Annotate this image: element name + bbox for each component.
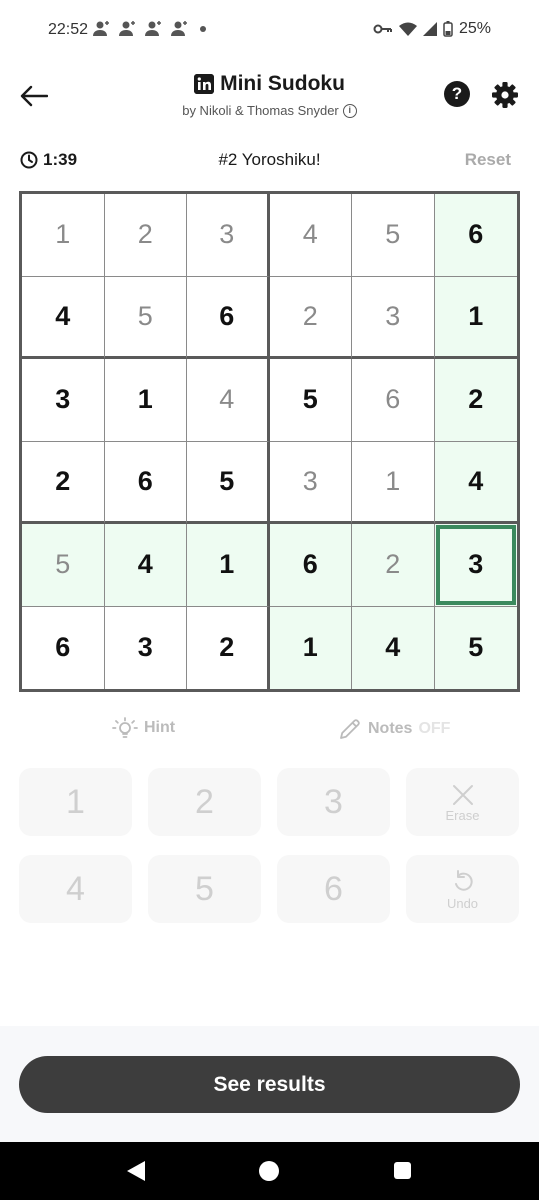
system-nav-bar [0, 1142, 539, 1200]
page-subtitle-text: by Nikoli & Thomas Snyder [182, 103, 339, 118]
board-cell-r1c1[interactable]: 1 [22, 194, 105, 277]
keypad-digit-1[interactable]: 1 [19, 768, 132, 836]
board-cell-r6c2[interactable]: 3 [105, 606, 187, 689]
status-notification-icons [92, 20, 206, 38]
board-cell-r2c1[interactable]: 4 [22, 276, 105, 359]
person-icon [145, 21, 161, 36]
board-cell-r1c2[interactable]: 2 [104, 194, 187, 277]
pencil-icon [340, 719, 360, 739]
dot-icon [200, 26, 206, 32]
board-cell-r3c3[interactable]: 4 [187, 359, 270, 442]
keypad-digit-6[interactable]: 6 [277, 855, 390, 923]
page-subtitle: by Nikoli & Thomas Snyder i [182, 103, 357, 118]
board-cell-r4c2[interactable]: 6 [104, 441, 187, 524]
person-icon [119, 21, 135, 36]
board-cell-r6c6[interactable]: 5 [434, 606, 517, 689]
hint-button[interactable]: Hint [112, 717, 175, 739]
keypad-digit-2[interactable]: 2 [148, 768, 261, 836]
hint-label: Hint [144, 719, 176, 736]
undo-button[interactable]: Undo [406, 855, 519, 923]
notes-label: Notes [368, 720, 413, 737]
board-cell-r5c5[interactable]: 2 [352, 524, 435, 607]
board-cell-r4c1[interactable]: 2 [22, 441, 105, 524]
board-cell-r5c4[interactable]: 6 [269, 524, 352, 607]
status-time: 22:52 [48, 21, 89, 38]
board-cell-r3c5[interactable]: 6 [352, 359, 435, 442]
see-results-button[interactable]: See results [19, 1056, 520, 1113]
board-cell-r3c4[interactable]: 5 [269, 359, 352, 442]
board-cell-r6c1[interactable]: 6 [22, 606, 105, 689]
sudoku-board: 123456456231314562265314541623632145 [19, 191, 520, 692]
board-cell-r1c6[interactable]: 6 [434, 194, 517, 277]
info-icon[interactable]: i [342, 103, 357, 118]
reset-button[interactable]: Reset [465, 150, 511, 170]
undo-label: Undo [446, 895, 479, 911]
close-icon [452, 784, 473, 805]
keypad-digit-4[interactable]: 4 [19, 855, 132, 923]
board-cell-r5c6[interactable]: 3 [434, 524, 517, 607]
keypad-digit-3[interactable]: 3 [277, 768, 390, 836]
notes-toggle-button[interactable]: Notes OFF [338, 717, 450, 741]
board-cell-r3c2[interactable]: 1 [104, 359, 187, 442]
board-cell-r1c4[interactable]: 4 [269, 194, 352, 277]
board-cell-r6c4[interactable]: 1 [269, 606, 352, 689]
board-cell-r2c2[interactable]: 5 [104, 276, 187, 359]
board-cell-r5c2[interactable]: 4 [104, 524, 187, 607]
page-title: Mini Sudoku [194, 72, 345, 96]
board-cell-r4c4[interactable]: 3 [269, 441, 352, 524]
board-cell-r1c3[interactable]: 3 [187, 194, 270, 277]
board-cell-r4c5[interactable]: 1 [352, 441, 435, 524]
person-icon [171, 21, 187, 36]
board-cell-r2c5[interactable]: 3 [352, 276, 435, 359]
erase-button[interactable]: Erase [406, 768, 519, 836]
erase-label: Erase [445, 807, 480, 823]
puzzle-name: #2 Yoroshiku! [218, 150, 321, 169]
board-cell-r1c5[interactable]: 5 [352, 194, 435, 277]
help-button[interactable]: ? [444, 81, 470, 107]
wifi-icon [398, 22, 417, 36]
board-cell-r6c5[interactable]: 4 [352, 606, 435, 689]
board-cell-r5c1[interactable]: 5 [22, 524, 105, 607]
lightbulb-icon [112, 717, 138, 738]
board-cell-r6c3[interactable]: 2 [187, 606, 270, 689]
battery-icon [443, 21, 453, 37]
keypad-digit-5[interactable]: 5 [148, 855, 261, 923]
linkedin-logo-icon [194, 74, 215, 94]
board-cell-r2c3[interactable]: 6 [187, 276, 270, 359]
board-cell-r3c6[interactable]: 2 [434, 359, 517, 442]
battery-percent: 25% [458, 20, 491, 37]
page-title-text: Mini Sudoku [220, 72, 345, 95]
board-cell-r4c3[interactable]: 5 [187, 441, 270, 524]
status-bar: 22:52 25% [0, 0, 539, 60]
undo-icon [454, 869, 473, 891]
board-cell-r5c3[interactable]: 1 [187, 524, 270, 607]
nav-recents-icon[interactable] [394, 1162, 411, 1179]
vpn-key-icon [373, 24, 392, 34]
gear-icon [492, 82, 518, 108]
board-cell-r4c6[interactable]: 4 [434, 441, 517, 524]
nav-back-icon[interactable] [126, 1160, 146, 1182]
person-icon [93, 21, 109, 36]
status-system-icons: 25% [373, 20, 491, 38]
notes-state: OFF [418, 720, 451, 737]
board-cell-r3c1[interactable]: 3 [22, 359, 105, 442]
settings-button[interactable] [490, 80, 520, 110]
signal-icon [422, 22, 437, 36]
board-cell-r2c4[interactable]: 2 [269, 276, 352, 359]
nav-home-icon[interactable] [259, 1161, 279, 1181]
board-cell-r2c6[interactable]: 1 [434, 276, 517, 359]
